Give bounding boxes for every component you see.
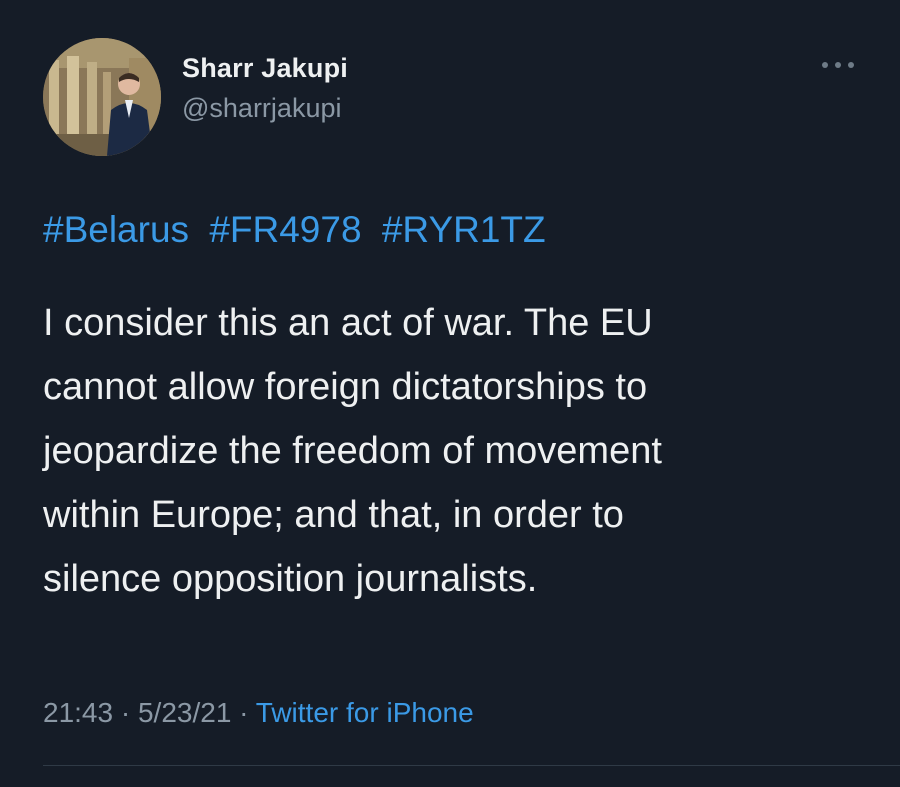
tweet-text-line: silence opposition journalists. — [43, 558, 538, 600]
user-handle[interactable]: @sharrjakupi — [182, 90, 348, 126]
tweet-source-link[interactable]: Twitter for iPhone — [256, 697, 474, 728]
hashtag-link[interactable]: #FR4978 — [209, 209, 361, 250]
tweet-text-line: cannot allow foreign dictatorships to — [43, 366, 648, 408]
hashtag-link[interactable]: #RYR1TZ — [382, 209, 546, 250]
hashtag-line: #Belarus #FR4978 #RYR1TZ — [43, 205, 546, 255]
avatar[interactable] — [43, 38, 161, 156]
tweet-card: Sharr Jakupi @sharrjakupi #Belarus #FR49… — [0, 0, 900, 787]
meta-separator: · — [113, 697, 138, 728]
tweet-text-line: within Europe; and that, in order to — [43, 494, 624, 536]
user-block: Sharr Jakupi @sharrjakupi — [182, 50, 348, 126]
tweet-meta: 21:43 · 5/23/21 · Twitter for iPhone — [43, 694, 474, 732]
tweet-date[interactable]: 5/23/21 — [138, 697, 231, 728]
avatar-photo — [43, 38, 161, 156]
tweet-body: I consider this an act of war. The EU ca… — [43, 291, 863, 611]
tweet-text-line: I consider this an act of war. The EU — [43, 302, 653, 344]
meta-separator: · — [231, 697, 256, 728]
tweet-text-line: jeopardize the freedom of movement — [43, 430, 662, 472]
more-options-button[interactable] — [818, 52, 858, 78]
tweet-time[interactable]: 21:43 — [43, 697, 113, 728]
more-horizontal-icon — [822, 62, 854, 68]
display-name[interactable]: Sharr Jakupi — [182, 50, 348, 86]
hashtag-link[interactable]: #Belarus — [43, 209, 189, 250]
divider — [43, 765, 900, 766]
